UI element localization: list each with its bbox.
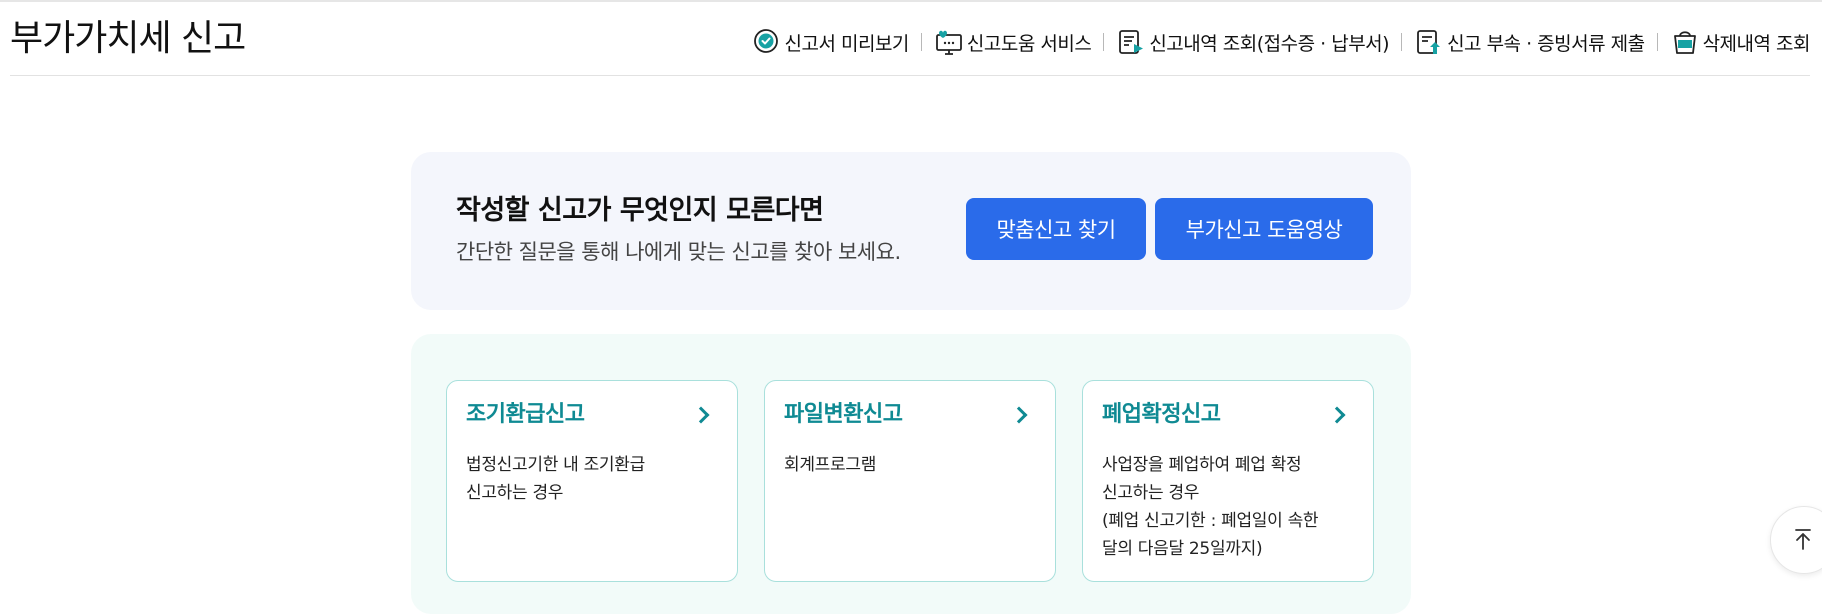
scroll-to-top-button[interactable] bbox=[1770, 506, 1822, 574]
card-desc-line: 회계프로그램 bbox=[784, 455, 877, 475]
card-title: 폐업확정신고 bbox=[1102, 402, 1221, 427]
chevron-right-icon bbox=[692, 406, 710, 424]
card-desc-line: (폐업 신고기한 : 폐업일이 속한 bbox=[1102, 511, 1319, 531]
menu-help-service[interactable]: 신고도움 서비스 bbox=[934, 27, 1092, 57]
monitor-heart-icon bbox=[936, 30, 962, 55]
menu-submit-docs[interactable]: 신고 부속 · 증빙서류 제출 bbox=[1414, 27, 1645, 57]
card-desc-line: 신고하는 경우 bbox=[1102, 483, 1200, 503]
menu-preview-label: 신고서 미리보기 bbox=[784, 32, 910, 55]
menu-deleted-history-label: 삭제내역 조회 bbox=[1702, 32, 1811, 55]
help-banner: 작성할 신고가 무엇인지 모른다면 간단한 질문을 통해 나에게 맞는 신고를 … bbox=[411, 152, 1411, 310]
card-title: 파일변환신고 bbox=[784, 402, 903, 427]
card-description: 회계프로그램 bbox=[784, 451, 1044, 479]
card-file-conversion[interactable]: 파일변환신고 회계프로그램 bbox=[764, 380, 1056, 582]
card-desc-line: 신고하는 경우 bbox=[466, 483, 564, 503]
chevron-right-icon bbox=[1328, 406, 1346, 424]
page-title: 부가가치세 신고 bbox=[10, 18, 246, 59]
menu-divider bbox=[1401, 33, 1403, 51]
menu-deleted-history[interactable]: 삭제내역 조회 bbox=[1670, 27, 1811, 57]
menu-divider bbox=[920, 33, 922, 51]
help-title: 작성할 신고가 무엇인지 모른다면 bbox=[456, 195, 824, 226]
card-description: 사업장을 폐업하여 폐업 확정 신고하는 경우 (폐업 신고기한 : 폐업일이 … bbox=[1102, 451, 1362, 563]
trash-basket-icon bbox=[1673, 31, 1696, 54]
arrow-up-to-top-icon bbox=[1795, 529, 1811, 550]
menu-help-service-label: 신고도움 서비스 bbox=[966, 32, 1092, 55]
card-early-refund[interactable]: 조기환급신고 법정신고기한 내 조기환급 신고하는 경우 bbox=[446, 380, 738, 582]
chevron-right-icon bbox=[1010, 406, 1028, 424]
help-description: 간단한 질문을 통해 나에게 맞는 신고를 찾아 보세요. bbox=[456, 240, 901, 264]
page-header: 부가가치세 신고 신고서 미리보기 신고도움 서비스 신고내역 조회(접수증 ·… bbox=[10, 2, 1811, 76]
card-title: 조기환급신고 bbox=[466, 402, 585, 427]
menu-history-label: 신고내역 조회(접수증 · 납부서) bbox=[1149, 32, 1390, 55]
card-desc-line: 달의 다음달 25일까지) bbox=[1102, 539, 1263, 559]
report-type-section: 조기환급신고 법정신고기한 내 조기환급 신고하는 경우 파일변환신고 회계프로… bbox=[411, 334, 1411, 614]
card-desc-line: 사업장을 폐업하여 폐업 확정 bbox=[1102, 455, 1302, 475]
menu-divider bbox=[1103, 33, 1105, 51]
card-closure-confirmation[interactable]: 폐업확정신고 사업장을 폐업하여 폐업 확정 신고하는 경우 (폐업 신고기한 … bbox=[1082, 380, 1374, 582]
header-menu: 신고서 미리보기 신고도움 서비스 신고내역 조회(접수증 · 납부서) 신고 … bbox=[752, 24, 1811, 60]
find-report-button[interactable]: 맞춤신고 찾기 bbox=[966, 198, 1146, 260]
document-list-icon bbox=[1119, 30, 1144, 54]
menu-submit-docs-label: 신고 부속 · 증빙서류 제출 bbox=[1447, 32, 1645, 55]
card-description: 법정신고기한 내 조기환급 신고하는 경우 bbox=[466, 451, 726, 507]
menu-preview[interactable]: 신고서 미리보기 bbox=[752, 27, 909, 57]
document-upload-icon bbox=[1417, 30, 1441, 54]
card-desc-line: 법정신고기한 내 조기환급 bbox=[466, 455, 645, 475]
menu-divider bbox=[1656, 33, 1658, 51]
help-video-button[interactable]: 부가신고 도움영상 bbox=[1155, 198, 1373, 260]
preview-check-icon bbox=[753, 29, 778, 53]
menu-history[interactable]: 신고내역 조회(접수증 · 납부서) bbox=[1116, 27, 1390, 57]
